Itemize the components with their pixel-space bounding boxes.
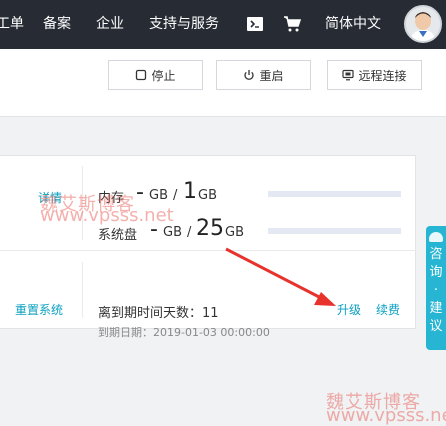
annotation-arrow-shaft — [225, 247, 324, 301]
consult-suggest-tab[interactable]: 咨询·建议 — [426, 226, 446, 350]
consult-suggest-label: 咨询·建议 — [429, 247, 443, 334]
annotation-arrow — [225, 247, 336, 306]
chat-bubble-icon — [429, 232, 443, 242]
annotation-arrow-head — [314, 292, 336, 306]
